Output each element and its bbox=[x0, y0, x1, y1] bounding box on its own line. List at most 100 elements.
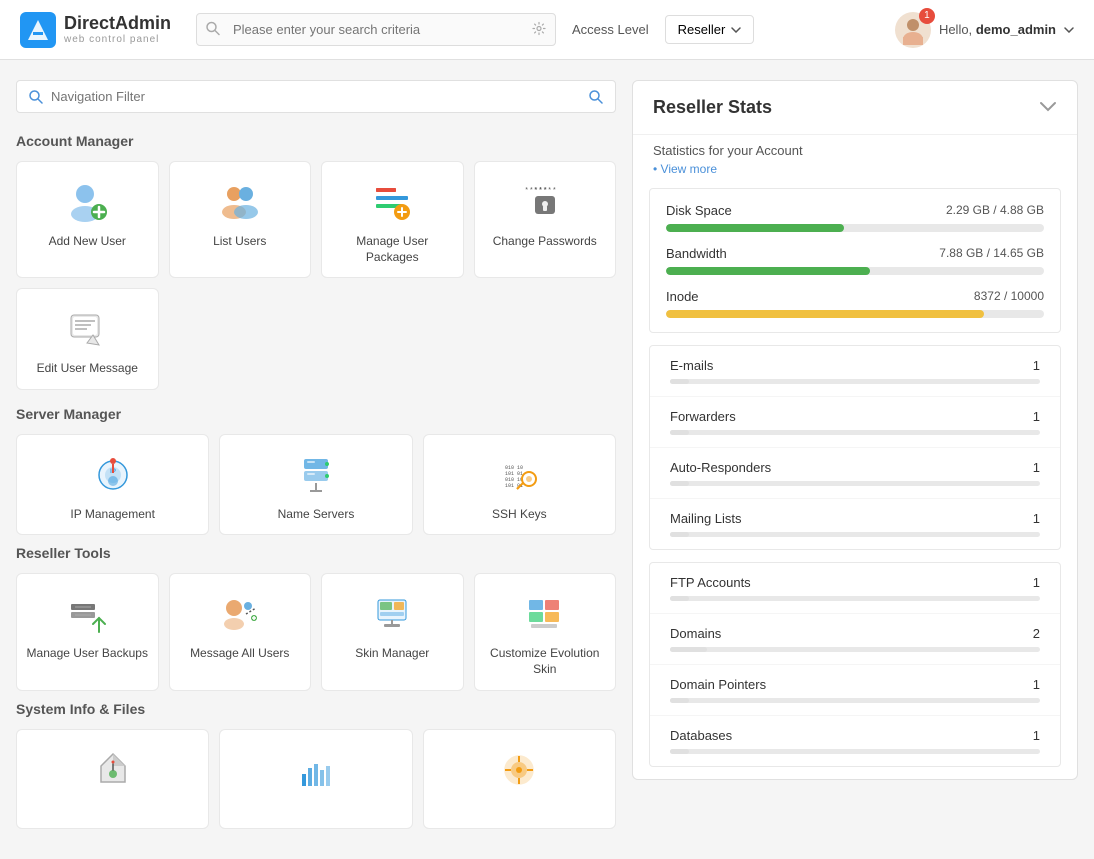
disk-space-row: Disk Space 2.29 GB / 4.88 GB bbox=[666, 203, 1044, 232]
stats-header: Reseller Stats bbox=[633, 81, 1077, 135]
edit-message-icon bbox=[63, 305, 111, 353]
databases-count: 1 bbox=[1033, 728, 1040, 743]
card-label: Customize Evolution Skin bbox=[483, 646, 608, 677]
card-label: IP Management bbox=[70, 507, 155, 523]
card-ip-management[interactable]: IP IP Management bbox=[16, 434, 209, 536]
card-system-3[interactable] bbox=[423, 729, 616, 829]
card-ssh-keys[interactable]: 010 10 101 01 010 10 101 01 SSH Keys bbox=[423, 434, 616, 536]
forwarders-stat: Forwarders 1 bbox=[650, 397, 1060, 448]
card-label: Name Servers bbox=[278, 507, 355, 523]
account-manager-grid: Add New User List Users bbox=[16, 161, 616, 278]
card-name-servers[interactable]: Name Servers bbox=[219, 434, 412, 536]
system-info-section: System Info & Files bbox=[16, 701, 616, 829]
reseller-tools-section: Reseller Tools Manage User Backups bbox=[16, 545, 616, 690]
bandwidth-fill bbox=[666, 267, 870, 275]
card-manage-packages[interactable]: Manage User Packages bbox=[321, 161, 464, 278]
manage-backups-icon bbox=[63, 590, 111, 638]
reseller-tools-grid: Manage User Backups Message All Users bbox=[16, 573, 616, 690]
disk-space-label: Disk Space bbox=[666, 203, 732, 218]
user-area[interactable]: 1 Hello, demo_admin bbox=[895, 12, 1074, 48]
disk-space-bar bbox=[666, 224, 1044, 232]
auto-responders-count: 1 bbox=[1033, 460, 1040, 475]
card-message-users[interactable]: Message All Users bbox=[169, 573, 312, 690]
user-dropdown-icon bbox=[1064, 27, 1074, 33]
stats-panel: Reseller Stats Statistics for your Accou… bbox=[632, 80, 1078, 780]
account-manager-section: Account Manager Add New User bbox=[16, 133, 616, 390]
system-icon-1 bbox=[89, 746, 137, 794]
ftp-count: 1 bbox=[1033, 575, 1040, 590]
bandwidth-label: Bandwidth bbox=[666, 246, 727, 261]
logo-area: DirectAdmin web control panel bbox=[20, 12, 180, 48]
domain-pointers-stat: Domain Pointers 1 bbox=[650, 665, 1060, 716]
card-add-new-user[interactable]: Add New User bbox=[16, 161, 159, 278]
name-servers-icon bbox=[292, 451, 340, 499]
emails-label: E-mails bbox=[670, 358, 713, 373]
card-label: Manage User Packages bbox=[330, 234, 455, 265]
system-info-title: System Info & Files bbox=[16, 701, 616, 717]
view-more-link[interactable]: • View more bbox=[633, 162, 1077, 188]
gear-icon[interactable] bbox=[532, 21, 546, 38]
server-manager-section: Server Manager IP IP Management bbox=[16, 406, 616, 536]
inode-bar bbox=[666, 310, 1044, 318]
disk-space-fill bbox=[666, 224, 844, 232]
logo-icon bbox=[20, 12, 56, 48]
card-skin-manager[interactable]: Skin Manager bbox=[321, 573, 464, 690]
server-manager-grid: IP IP Management bbox=[16, 434, 616, 536]
chevron-down-icon bbox=[731, 27, 741, 33]
card-label: Manage User Backups bbox=[27, 646, 148, 662]
system-icon-3 bbox=[495, 746, 543, 794]
resource-bars-section: Disk Space 2.29 GB / 4.88 GB Bandwidth 7… bbox=[649, 188, 1061, 333]
change-passwords-icon: * * * * * * * * * * bbox=[521, 178, 569, 226]
server-manager-title: Server Manager bbox=[16, 406, 616, 422]
notification-badge: 1 bbox=[919, 8, 935, 24]
card-system-2[interactable] bbox=[219, 729, 412, 829]
nav-filter-input[interactable] bbox=[51, 89, 581, 104]
bandwidth-value: 7.88 GB / 14.65 GB bbox=[939, 246, 1044, 261]
ftp-label: FTP Accounts bbox=[670, 575, 751, 590]
auto-responders-stat: Auto-Responders 1 bbox=[650, 448, 1060, 499]
card-customize-skin[interactable]: Customize Evolution Skin bbox=[474, 573, 617, 690]
search-input[interactable] bbox=[196, 13, 556, 46]
card-label: List Users bbox=[213, 234, 266, 250]
inode-fill bbox=[666, 310, 984, 318]
system-info-grid bbox=[16, 729, 616, 829]
mailing-lists-count: 1 bbox=[1033, 511, 1040, 526]
account-manager-title: Account Manager bbox=[16, 133, 616, 149]
domains-stat: Domains 2 bbox=[650, 614, 1060, 665]
card-manage-backups[interactable]: Manage User Backups bbox=[16, 573, 159, 690]
domain-stats-group: FTP Accounts 1 Domains 2 Domain Pointers bbox=[649, 562, 1061, 767]
bandwidth-bar bbox=[666, 267, 1044, 275]
card-system-1[interactable] bbox=[16, 729, 209, 829]
collapse-icon[interactable] bbox=[1039, 97, 1057, 118]
domain-pointers-label: Domain Pointers bbox=[670, 677, 766, 692]
search-icon bbox=[206, 21, 220, 38]
brand-name: DirectAdmin bbox=[64, 14, 171, 34]
card-label: Add New User bbox=[49, 234, 126, 250]
card-edit-message[interactable]: Edit User Message bbox=[16, 288, 159, 390]
forwarders-label: Forwarders bbox=[670, 409, 736, 424]
domains-count: 2 bbox=[1033, 626, 1040, 641]
access-level-button[interactable]: Reseller bbox=[665, 15, 755, 44]
logo-text: DirectAdmin web control panel bbox=[64, 14, 171, 45]
nav-filter bbox=[16, 80, 616, 113]
message-users-icon bbox=[216, 590, 264, 638]
card-label: Edit User Message bbox=[37, 361, 138, 377]
inode-row: Inode 8372 / 10000 bbox=[666, 289, 1044, 318]
access-level-value: Reseller bbox=[678, 22, 726, 37]
username: demo_admin bbox=[976, 22, 1056, 37]
email-stats-group: E-mails 1 Forwarders 1 Auto-Responders bbox=[649, 345, 1061, 550]
emails-stat: E-mails 1 bbox=[650, 346, 1060, 397]
mailing-lists-label: Mailing Lists bbox=[670, 511, 742, 526]
card-change-passwords[interactable]: * * * * * * * * * * Change Passwords bbox=[474, 161, 617, 278]
search-bar bbox=[196, 13, 556, 46]
ssh-keys-icon: 010 10 101 01 010 10 101 01 bbox=[495, 451, 543, 499]
skin-manager-icon bbox=[368, 590, 416, 638]
list-users-icon bbox=[216, 178, 264, 226]
stats-title: Reseller Stats bbox=[653, 97, 772, 118]
nav-filter-search-icon bbox=[589, 90, 603, 104]
domains-label: Domains bbox=[670, 626, 721, 641]
customize-skin-icon bbox=[521, 590, 569, 638]
avatar-wrap: 1 bbox=[895, 12, 931, 48]
card-list-users[interactable]: List Users bbox=[169, 161, 312, 278]
card-label: Change Passwords bbox=[493, 234, 597, 250]
